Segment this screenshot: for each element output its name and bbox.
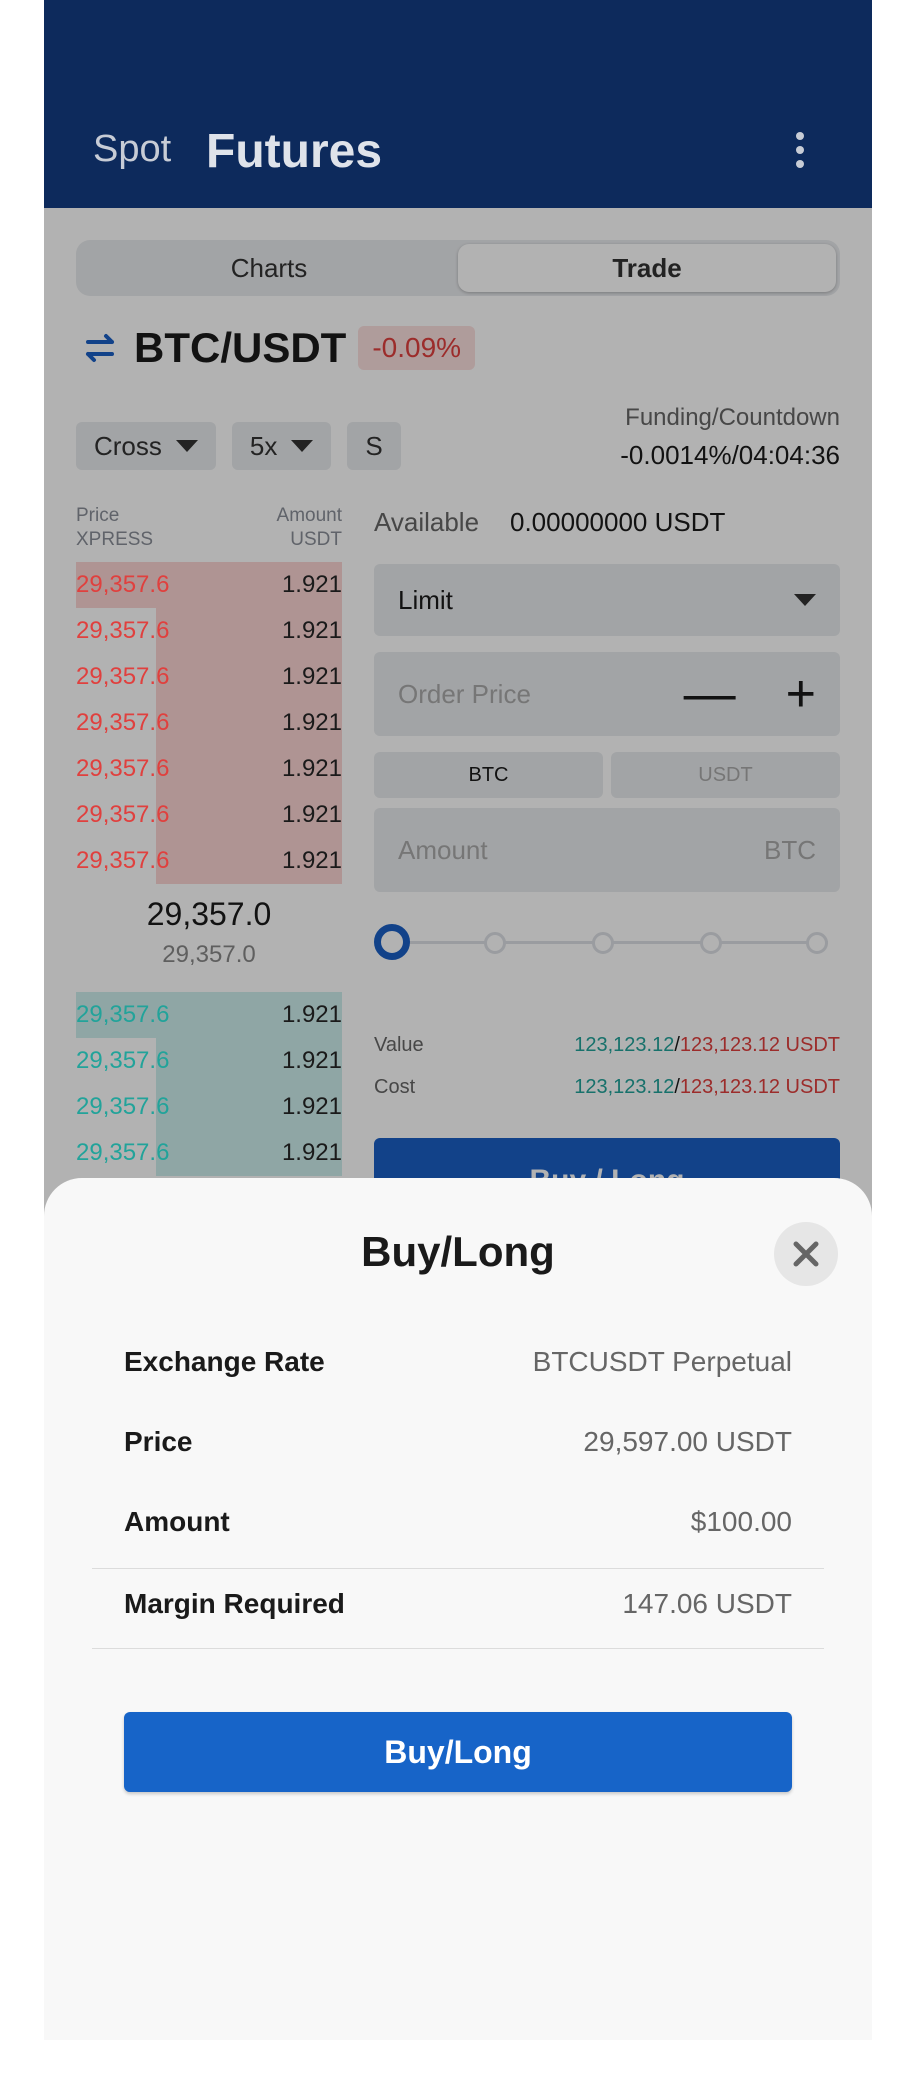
- ask-price: 29,357.6: [76, 847, 170, 874]
- summary-value: 147.06 USDT: [622, 1588, 792, 1619]
- ask-amount: 1.921: [281, 617, 342, 644]
- ask-price: 29,357.6: [76, 801, 170, 828]
- app-header: Spot Futures: [44, 0, 872, 208]
- tab-spot[interactable]: Spot: [93, 128, 171, 171]
- summary-value: BTCUSDT Perpetual: [532, 1346, 792, 1377]
- ask-amount: 1.921: [281, 847, 342, 874]
- ask-price: 29,357.6: [76, 709, 170, 736]
- ask-amount: 1.921: [281, 755, 342, 782]
- ask-price: 29,357.6: [76, 617, 170, 644]
- bid-amount: 1.921: [281, 1093, 342, 1120]
- ask-amount: 1.921: [281, 571, 342, 598]
- bid-price: 29,357.6: [76, 1093, 170, 1120]
- ask-price: 29,357.6: [76, 755, 170, 782]
- summary-label: Price: [124, 1426, 193, 1457]
- ask-amount: 1.921: [281, 709, 342, 736]
- summary-row-amount: Amount $100.00: [124, 1506, 792, 1538]
- summary-label: Amount: [124, 1506, 230, 1537]
- ask-amount: 1.921: [281, 663, 342, 690]
- ask-price: 29,357.6: [76, 571, 170, 598]
- summary-label: Margin Required: [124, 1588, 345, 1619]
- bid-amount: 1.921: [281, 1139, 342, 1166]
- close-icon: [793, 1241, 819, 1267]
- summary-value: 29,597.00 USDT: [583, 1426, 792, 1457]
- summary-row-margin: Margin Required 147.06 USDT: [124, 1588, 792, 1620]
- bid-amount: 1.921: [281, 1047, 342, 1074]
- bid-amount: 1.921: [281, 1001, 342, 1028]
- sheet-title: Buy/Long: [361, 1228, 555, 1275]
- summary-value: $100.00: [690, 1506, 792, 1537]
- summary-row-exchange-rate: Exchange Rate BTCUSDT Perpetual: [124, 1346, 792, 1378]
- close-button[interactable]: [774, 1222, 838, 1286]
- divider: [92, 1568, 824, 1569]
- summary-row-price: Price 29,597.00 USDT: [124, 1426, 792, 1458]
- divider: [92, 1648, 824, 1649]
- confirm-sheet: Buy/Long Exchange Rate BTCUSDT Perpetual…: [44, 1178, 872, 2040]
- more-vertical-icon[interactable]: [794, 132, 806, 168]
- tab-futures[interactable]: Futures: [206, 124, 382, 179]
- bid-price: 29,357.6: [76, 1047, 170, 1074]
- ask-amount: 1.921: [281, 801, 342, 828]
- ask-price: 29,357.6: [76, 663, 170, 690]
- app-screen: Spot Futures Charts Trade BTC/USDT -0.09…: [44, 0, 872, 2040]
- confirm-buy-long-button[interactable]: Buy/Long: [124, 1712, 792, 1792]
- bid-price: 29,357.6: [76, 1139, 170, 1166]
- bid-price: 29,357.6: [76, 1001, 170, 1028]
- summary-label: Exchange Rate: [124, 1346, 325, 1377]
